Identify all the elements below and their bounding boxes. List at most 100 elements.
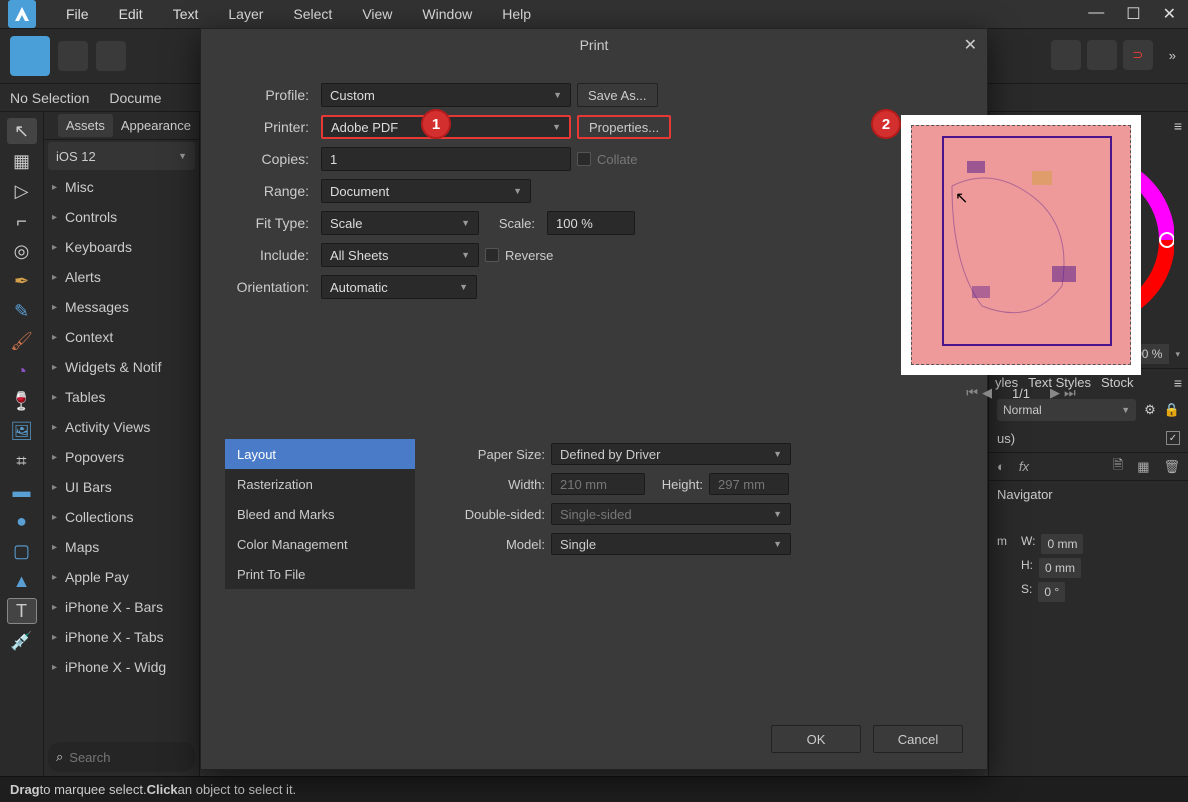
- text-tool-icon[interactable]: T: [7, 598, 37, 624]
- toolbar-grid-icon[interactable]: [58, 41, 88, 71]
- toolbar-snap-grid-icon[interactable]: [1051, 40, 1081, 70]
- last-page-icon[interactable]: ⏭: [1064, 385, 1076, 401]
- panel-menu-icon[interactable]: ≡: [1174, 118, 1182, 134]
- tree-item[interactable]: ▸Messages: [44, 292, 199, 322]
- tree-item[interactable]: ▸UI Bars: [44, 472, 199, 502]
- tab-bleed-marks[interactable]: Bleed and Marks: [225, 499, 415, 529]
- tree-item[interactable]: ▸iPhone X - Bars: [44, 592, 199, 622]
- ok-button[interactable]: OK: [771, 725, 861, 753]
- width-input[interactable]: 210 mm: [551, 473, 645, 495]
- tree-item[interactable]: ▸Alerts: [44, 262, 199, 292]
- reverse-checkbox[interactable]: [485, 248, 499, 262]
- asset-library-select[interactable]: iOS 12 ▼: [48, 142, 195, 170]
- tab-appearance[interactable]: Appearance: [113, 114, 199, 137]
- scale-input[interactable]: 100 %: [547, 211, 635, 235]
- tree-item[interactable]: ▸Misc: [44, 172, 199, 202]
- cancel-button[interactable]: Cancel: [873, 725, 963, 753]
- include-select[interactable]: All Sheets▼: [321, 243, 479, 267]
- tree-item[interactable]: ▸Widgets & Notif: [44, 352, 199, 382]
- menu-view[interactable]: View: [362, 6, 392, 22]
- fit-select[interactable]: Scale▼: [321, 211, 479, 235]
- fx-icon[interactable]: fx: [1019, 459, 1029, 474]
- tree-item[interactable]: ▸Context: [44, 322, 199, 352]
- tree-item[interactable]: ▸Collections: [44, 502, 199, 532]
- tree-item[interactable]: ▸Apple Pay: [44, 562, 199, 592]
- ellipse-tool-icon[interactable]: ●: [7, 508, 37, 534]
- toolbar-overflow-icon[interactable]: »: [1169, 48, 1176, 63]
- toolbar-share-icon[interactable]: [96, 41, 126, 71]
- node-tool-icon[interactable]: ▷: [7, 178, 37, 204]
- copies-input[interactable]: 1: [321, 147, 571, 171]
- tab-layout[interactable]: Layout: [225, 439, 415, 469]
- dialog-close-icon[interactable]: ✕: [964, 35, 977, 55]
- tree-item[interactable]: ▸iPhone X - Tabs: [44, 622, 199, 652]
- menu-select[interactable]: Select: [293, 6, 332, 22]
- copies-label: Copies:: [225, 151, 315, 167]
- range-select[interactable]: Document▼: [321, 179, 531, 203]
- tree-item[interactable]: ▸Activity Views: [44, 412, 199, 442]
- menu-file[interactable]: File: [66, 6, 89, 22]
- glass-tool-icon[interactable]: 🍷: [7, 388, 37, 414]
- triangle-tool-icon[interactable]: ▲: [7, 568, 37, 594]
- properties-button[interactable]: Properties...: [577, 115, 671, 139]
- tree-item[interactable]: ▸Keyboards: [44, 232, 199, 262]
- corner-tool-icon[interactable]: ⌐: [7, 208, 37, 234]
- rect-tool-icon[interactable]: ▬: [7, 478, 37, 504]
- transform-w-input[interactable]: 0 mm: [1041, 534, 1083, 554]
- visibility-checkbox[interactable]: ✓: [1166, 431, 1180, 445]
- menu-help[interactable]: Help: [502, 6, 531, 22]
- tree-item[interactable]: ▸Popovers: [44, 442, 199, 472]
- move-tool-icon[interactable]: ↖: [7, 118, 37, 144]
- tab-rasterization[interactable]: Rasterization: [225, 469, 415, 499]
- prev-page-icon[interactable]: ◀: [982, 385, 992, 401]
- save-as-button[interactable]: Save As...: [577, 83, 658, 107]
- transform-h-input[interactable]: 0 mm: [1039, 558, 1081, 578]
- fill-tool-icon[interactable]: ◔: [7, 358, 37, 384]
- mask-icon[interactable]: ▦: [1137, 459, 1149, 475]
- menu-edit[interactable]: Edit: [119, 6, 143, 22]
- tab-print-to-file[interactable]: Print To File: [225, 559, 415, 589]
- add-layer-icon[interactable]: 🗎: [1113, 456, 1123, 478]
- pencil-tool-icon[interactable]: ✎: [7, 298, 37, 324]
- close-icon[interactable]: ✕: [1163, 4, 1176, 24]
- brush-tool-icon[interactable]: 🖌: [7, 328, 37, 354]
- adjustment-icon[interactable]: ◐: [997, 459, 1005, 474]
- tab-assets[interactable]: Assets: [58, 114, 113, 137]
- height-input[interactable]: 297 mm: [709, 473, 789, 495]
- eyedropper-tool-icon[interactable]: 💉: [7, 628, 37, 654]
- minimize-icon[interactable]: —: [1088, 4, 1104, 24]
- tree-item[interactable]: ▸Maps: [44, 532, 199, 562]
- toolbar-align-icon[interactable]: [1087, 40, 1117, 70]
- target-tool-icon[interactable]: ◎: [7, 238, 37, 264]
- artboard-tool-icon[interactable]: ▦: [7, 148, 37, 174]
- toolbar-magnet-icon[interactable]: ⊃: [1123, 40, 1153, 70]
- collate-checkbox[interactable]: [577, 152, 591, 166]
- asset-search[interactable]: ⌕: [48, 742, 195, 772]
- paper-size-select[interactable]: Defined by Driver▼: [551, 443, 791, 465]
- delete-layer-icon[interactable]: 🗑: [1163, 459, 1180, 475]
- app-tool-icon[interactable]: [10, 36, 50, 76]
- menu-text[interactable]: Text: [173, 6, 199, 22]
- tree-item[interactable]: ▸Tables: [44, 382, 199, 412]
- menu-window[interactable]: Window: [422, 6, 472, 22]
- lock-icon[interactable]: 🔒: [1164, 402, 1180, 418]
- tab-color-mgmt[interactable]: Color Management: [225, 529, 415, 559]
- transform-s-input[interactable]: 0 °: [1038, 582, 1065, 602]
- model-select[interactable]: Single▼: [551, 533, 791, 555]
- profile-select[interactable]: Custom▼: [321, 83, 571, 107]
- tree-item[interactable]: ▸iPhone X - Widg: [44, 652, 199, 682]
- image-tool-icon[interactable]: 🖼: [7, 418, 37, 444]
- maximize-icon[interactable]: ☐: [1126, 4, 1140, 24]
- next-page-icon[interactable]: ▶: [1050, 385, 1060, 401]
- panel-menu-icon[interactable]: ≡: [1174, 375, 1182, 391]
- pen-tool-icon[interactable]: ✒: [7, 268, 37, 294]
- first-page-icon[interactable]: ⏮: [966, 385, 978, 401]
- orientation-select[interactable]: Automatic▼: [321, 275, 477, 299]
- tree-item[interactable]: ▸Controls: [44, 202, 199, 232]
- double-sided-select[interactable]: Single-sided▼: [551, 503, 791, 525]
- profile-label: Profile:: [225, 87, 315, 103]
- menu-layer[interactable]: Layer: [228, 6, 263, 22]
- crop-tool-icon[interactable]: ⌗: [7, 448, 37, 474]
- roundrect-tool-icon[interactable]: ▢: [7, 538, 37, 564]
- gear-icon[interactable]: ⚙: [1144, 402, 1156, 418]
